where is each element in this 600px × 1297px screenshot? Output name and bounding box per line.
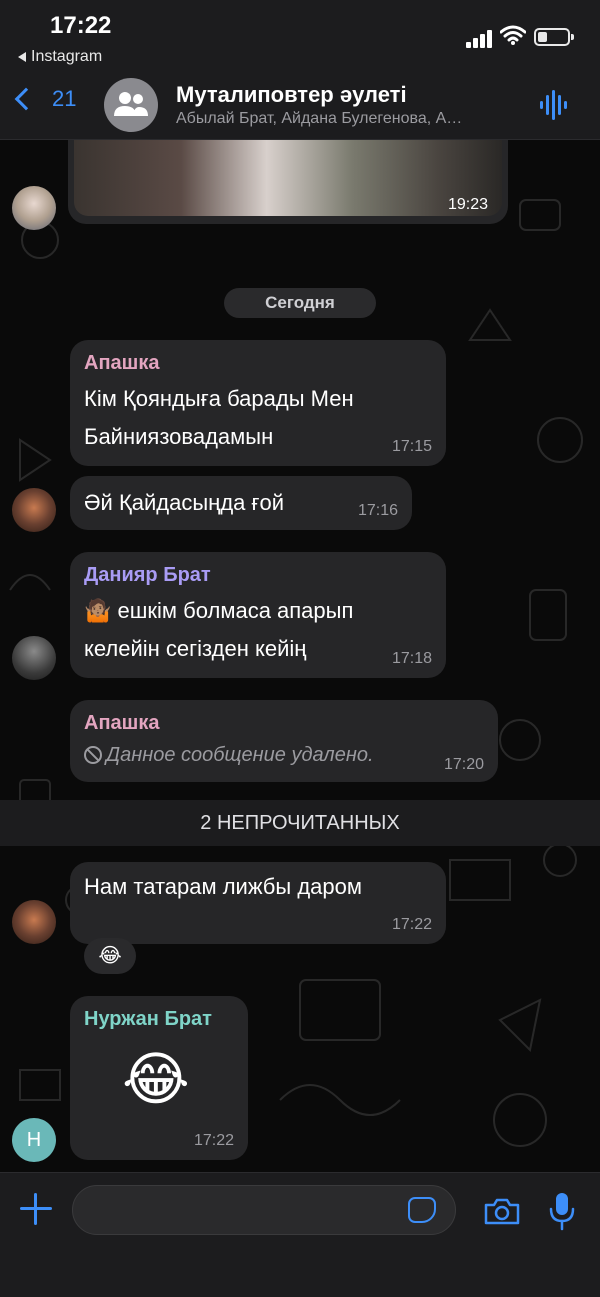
- avatar-initial: Н: [26, 1128, 42, 1151]
- deleted-message-text: Данное сообщение удалено.: [106, 744, 374, 766]
- sender-avatar[interactable]: [12, 636, 56, 680]
- status-bar: 17:22 Instagram: [0, 0, 600, 72]
- message-time: 19:23: [447, 196, 488, 213]
- message-bubble[interactable]: Апашка Кім Қояндыға барады Мен Байниязов…: [70, 340, 446, 466]
- sender-avatar[interactable]: [12, 488, 56, 532]
- message-text: келейін сегізден кейің: [84, 636, 307, 661]
- sender-name: Апашка: [84, 352, 160, 374]
- message-list[interactable]: 19:23 Сегодня Апашка Кім Қояндыға барады…: [0, 140, 600, 1172]
- shared-photo[interactable]: [74, 140, 502, 216]
- back-button[interactable]: 21: [12, 86, 76, 112]
- date-divider: Сегодня: [224, 288, 376, 318]
- audio-wave-icon[interactable]: [540, 90, 568, 120]
- group-avatar-icon: [114, 92, 148, 116]
- plus-icon[interactable]: [20, 1193, 52, 1225]
- sender-name: Данияр Брат: [84, 564, 211, 586]
- message-bubble[interactable]: Нуржан Брат 😂 17:22: [70, 996, 248, 1160]
- message-text: Нам татарам лижбы даром: [84, 874, 362, 899]
- message-bubble[interactable]: Нам татарам лижбы даром 17:22: [70, 862, 446, 944]
- message-time: 17:22: [391, 916, 432, 933]
- message-reaction[interactable]: 😂: [84, 938, 136, 974]
- sender-avatar[interactable]: [12, 186, 56, 230]
- message-bubble[interactable]: Әй Қайдасыңда ғой 17:16: [70, 476, 412, 530]
- chat-header: 21 Муталиповтер әулеті Абылай Брат, Айда…: [0, 72, 600, 140]
- unread-count: 21: [52, 86, 77, 111]
- unread-divider: 2 НЕПРОЧИТАННЫХ: [0, 800, 600, 846]
- sender-name: Апашка: [84, 712, 160, 734]
- chevron-left-icon: [14, 87, 38, 111]
- sender-avatar[interactable]: [12, 900, 56, 944]
- wifi-icon: [500, 25, 526, 45]
- message-input[interactable]: [72, 1185, 456, 1235]
- back-arrow-icon: [18, 51, 26, 62]
- cellular-signal-icon: [466, 28, 494, 48]
- message-text: Кім Қояндыға барады Мен: [84, 386, 354, 411]
- status-time: 17:22: [50, 12, 112, 39]
- back-app-label: Instagram: [31, 48, 103, 65]
- message-time: 17:18: [391, 650, 432, 667]
- composer-bar: [0, 1172, 600, 1297]
- chat-participants[interactable]: Абылай Брат, Айдана Булегенова, А…: [176, 110, 526, 128]
- prohibited-icon: [84, 746, 102, 764]
- sender-name: Нуржан Брат: [84, 1008, 212, 1030]
- battery-icon: [534, 28, 574, 46]
- message-time: 17:16: [357, 502, 398, 519]
- message-bubble[interactable]: Данияр Брат 🤷🏽 ешкім болмаса апарып келе…: [70, 552, 446, 678]
- message-time: 17:22: [193, 1132, 234, 1149]
- photo-message[interactable]: 19:23: [68, 140, 508, 224]
- message-text: Байниязовадамын: [84, 424, 274, 449]
- chat-title[interactable]: Муталиповтер әулеті: [176, 82, 407, 108]
- group-avatar[interactable]: [104, 78, 158, 132]
- message-time: 17:20: [443, 756, 484, 773]
- message-bubble[interactable]: Апашка Данное сообщение удалено. 17:20: [70, 700, 498, 782]
- sender-avatar[interactable]: Н: [12, 1118, 56, 1162]
- emoji-message: 😂: [122, 1047, 190, 1112]
- message-text: 🤷🏽 ешкім болмаса апарып: [84, 598, 354, 623]
- camera-icon[interactable]: [484, 1197, 520, 1225]
- message-text: Әй Қайдасыңда ғой: [84, 490, 285, 515]
- message-time: 17:15: [391, 438, 432, 455]
- back-to-app-link[interactable]: Instagram: [18, 48, 102, 66]
- microphone-icon[interactable]: [548, 1191, 576, 1231]
